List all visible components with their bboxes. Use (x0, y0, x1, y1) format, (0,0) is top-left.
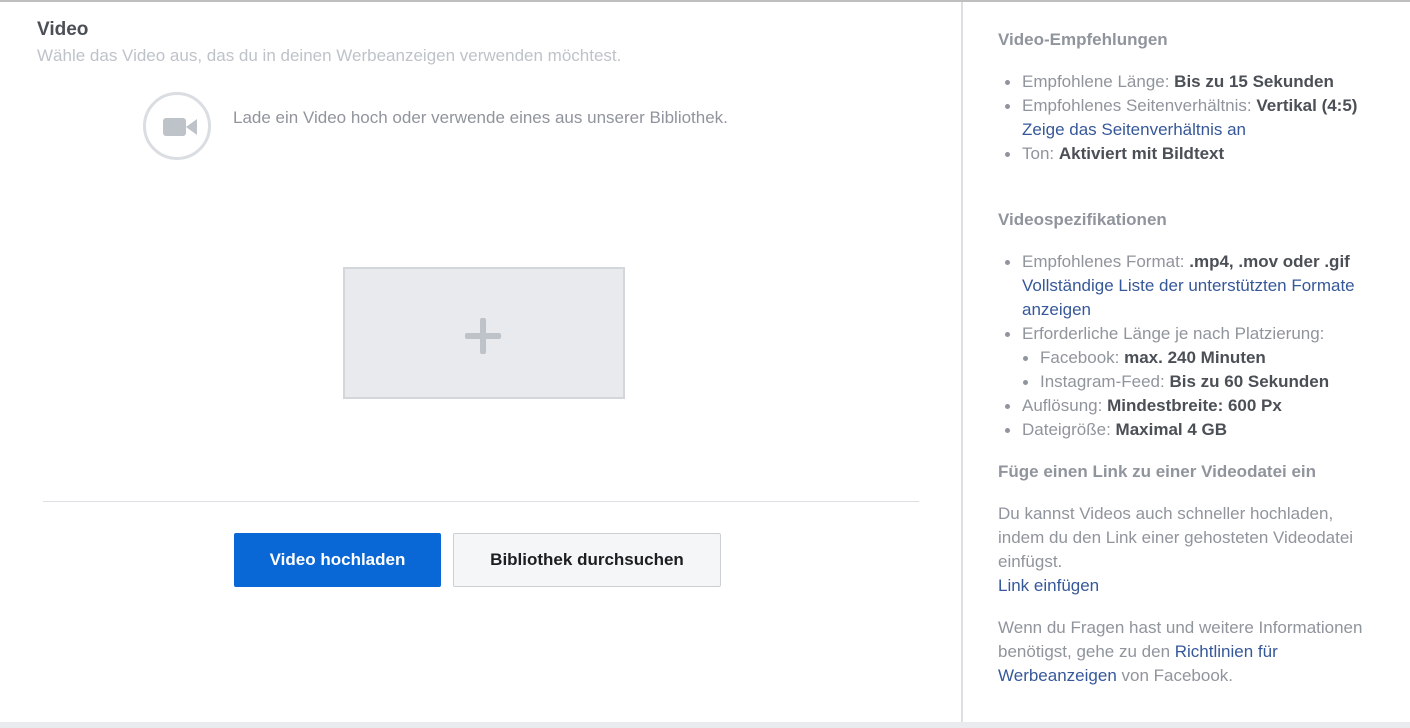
buttons-divider (43, 501, 919, 502)
bottom-border (0, 722, 1410, 728)
list-item: Empfohlenes Seitenverhältnis: Vertikal (… (998, 94, 1383, 142)
list-item: Facebook: max. 240 Minuten (998, 346, 1383, 370)
top-border (0, 0, 1410, 2)
list-item: Auflösung: Mindestbreite: 600 Px (998, 394, 1383, 418)
section-subtitle: Wähle das Video aus, das du in deinen We… (37, 46, 622, 65)
panel-divider (961, 2, 963, 722)
specs-heading: Videospezifikationen (998, 210, 1167, 229)
upload-video-button[interactable]: Video hochladen (234, 533, 441, 587)
list-item: Dateigröße: Maximal 4 GB (998, 418, 1383, 442)
list-item: Ton: Aktiviert mit Bildtext (998, 142, 1383, 166)
video-camera-icon (143, 92, 211, 160)
specs-list: Empfohlenes Format: .mp4, .mov oder .gif… (998, 250, 1383, 442)
upload-hint: Lade ein Video hoch oder verwende eines … (233, 108, 728, 127)
plus-icon (465, 318, 501, 354)
list-item: Instagram-Feed: Bis zu 60 Sekunden (998, 370, 1383, 394)
list-item: Empfohlene Länge: Bis zu 15 Sekunden (998, 70, 1383, 94)
help-text: Wenn du Fragen hast und weitere Informat… (998, 618, 1363, 685)
insert-link-link[interactable]: Link einfügen (998, 576, 1099, 595)
list-item: Empfohlenes Format: .mp4, .mov oder .gif… (998, 250, 1383, 322)
link-section-heading: Füge einen Link zu einer Videodatei ein (998, 462, 1317, 481)
aspect-ratio-link[interactable]: Zeige das Seitenverhältnis an (1022, 120, 1246, 139)
video-drop-zone[interactable] (343, 267, 625, 399)
browse-library-button[interactable]: Bibliothek durchsuchen (453, 533, 721, 587)
formats-list-link[interactable]: Vollständige Liste der unterstützten For… (1022, 276, 1355, 319)
link-section-text: Du kannst Videos auch schneller hochlade… (998, 504, 1354, 595)
section-title: Video (37, 19, 89, 40)
recommendations-list: Empfohlene Länge: Bis zu 15 Sekunden Emp… (998, 70, 1383, 166)
list-item: Erforderliche Länge je nach Platzierung: (998, 322, 1383, 346)
recommendations-heading: Video-Empfehlungen (998, 30, 1168, 49)
